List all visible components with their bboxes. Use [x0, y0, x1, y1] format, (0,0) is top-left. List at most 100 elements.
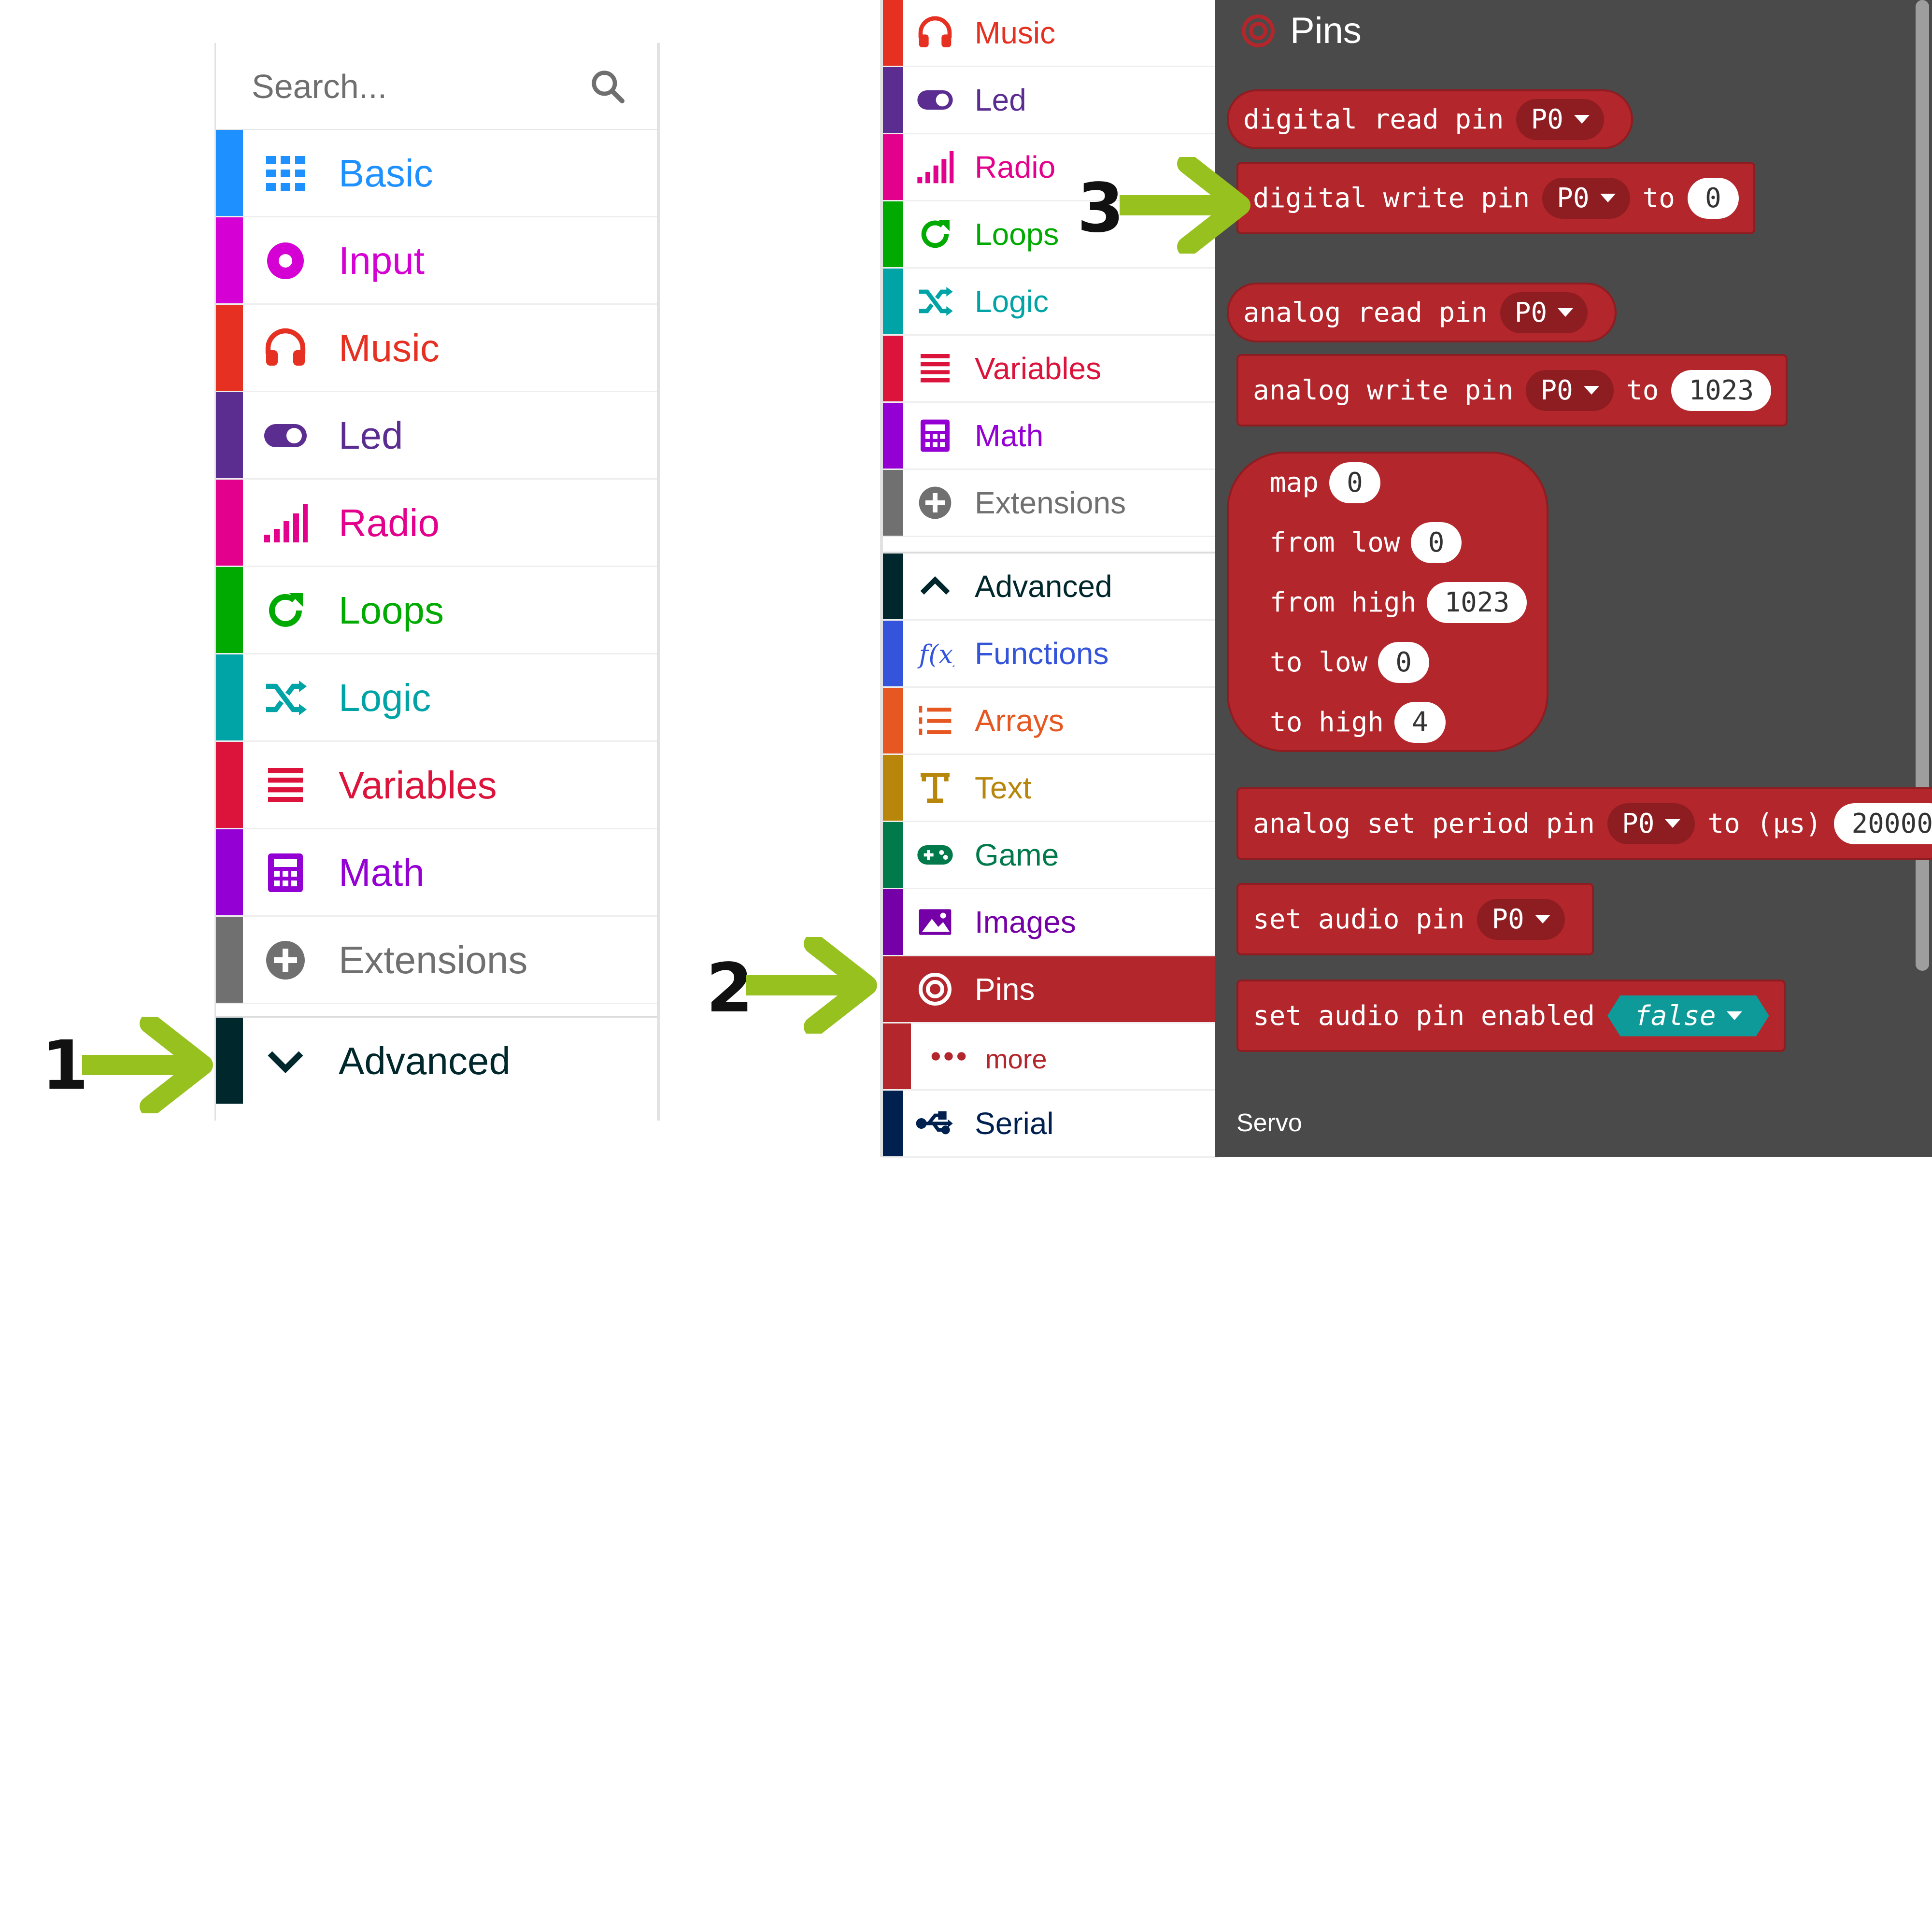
- headphones-icon: [262, 325, 309, 371]
- lines-icon: [262, 762, 309, 809]
- value-input[interactable]: 0: [1410, 522, 1462, 563]
- pin-dropdown[interactable]: P0: [1607, 803, 1695, 844]
- category-logic[interactable]: Logic: [216, 654, 657, 742]
- value-input[interactable]: 20000: [1834, 803, 1932, 844]
- set-audio-pin-enabled-block[interactable]: set audio pin enabled false: [1236, 980, 1786, 1052]
- calculator-icon: [916, 416, 954, 455]
- category-label: Logic: [339, 676, 431, 719]
- category-led[interactable]: Led: [216, 392, 657, 480]
- category-variables[interactable]: Variables: [883, 336, 1218, 403]
- value-input[interactable]: 4: [1394, 702, 1446, 743]
- category-label: Basic: [339, 152, 433, 195]
- category-label: Extensions: [975, 485, 1126, 520]
- text-icon: [916, 768, 954, 807]
- divider: [883, 537, 1218, 554]
- category-functions[interactable]: f(x) Functions: [883, 621, 1218, 688]
- category-label: Radio: [975, 150, 1056, 185]
- category-text[interactable]: Text: [883, 755, 1218, 822]
- category-extensions[interactable]: Extensions: [883, 470, 1218, 537]
- analog-read-pin-block[interactable]: analog read pin P0: [1227, 283, 1617, 342]
- signal-bars-icon: [916, 148, 954, 186]
- map-block[interactable]: map 0 from low 0 from high 1023 to low 0…: [1227, 452, 1548, 752]
- chevron-up-icon: [916, 567, 954, 606]
- category-label: Input: [339, 239, 425, 282]
- block-text: set audio pin enabled: [1253, 1000, 1595, 1032]
- set-audio-pin-block[interactable]: set audio pin P0: [1236, 883, 1594, 955]
- category-math[interactable]: Math: [216, 829, 657, 917]
- category-label: Radio: [339, 501, 440, 544]
- digital-write-pin-block[interactable]: digital write pin P0 to 0: [1236, 162, 1755, 234]
- block-text: from high: [1270, 587, 1417, 618]
- category-advanced[interactable]: Advanced: [883, 554, 1218, 621]
- pin-dropdown[interactable]: P0: [1477, 898, 1565, 940]
- flyout-title-text: Pins: [1290, 10, 1362, 51]
- search-icon[interactable]: [588, 67, 627, 106]
- caret-down-icon: [1574, 115, 1590, 124]
- category-radio[interactable]: Radio: [216, 480, 657, 567]
- shuffle-icon: [916, 282, 954, 321]
- caret-down-icon: [1726, 1011, 1742, 1020]
- category-advanced[interactable]: Advanced: [216, 1018, 657, 1104]
- plus-circle-icon: [916, 483, 954, 522]
- plus-circle-icon: [262, 937, 309, 983]
- category-pins[interactable]: Pins: [883, 956, 1218, 1023]
- category-variables[interactable]: Variables: [216, 742, 657, 829]
- category-label: Game: [975, 838, 1059, 872]
- category-led[interactable]: Led: [883, 67, 1218, 134]
- to-low-row: to low 0: [1270, 642, 1430, 683]
- search-box[interactable]: Search...: [216, 43, 657, 130]
- caret-down-icon: [1534, 915, 1550, 923]
- value-input[interactable]: 1023: [1671, 369, 1772, 411]
- caret-down-icon: [1665, 819, 1681, 828]
- category-label: Pins: [975, 972, 1035, 1007]
- category-label: Advanced: [975, 569, 1112, 604]
- grid-icon: [262, 150, 309, 197]
- shuffle-icon: [262, 675, 309, 721]
- block-text: digital write pin: [1253, 182, 1530, 214]
- category-logic[interactable]: Logic: [883, 269, 1218, 336]
- category-basic[interactable]: Basic: [216, 130, 657, 217]
- category-serial[interactable]: Serial: [883, 1091, 1218, 1158]
- value-input[interactable]: 0: [1378, 642, 1430, 683]
- category-game[interactable]: Game: [883, 822, 1218, 889]
- svg-text:f(x): f(x): [917, 639, 954, 669]
- pin-dropdown[interactable]: P0: [1526, 369, 1614, 411]
- analog-write-pin-block[interactable]: analog write pin P0 to 1023: [1236, 354, 1788, 426]
- category-math[interactable]: Math: [883, 403, 1218, 470]
- category-label: more: [985, 1044, 1047, 1074]
- value-input[interactable]: 1023: [1427, 582, 1527, 623]
- value-input[interactable]: 0: [1329, 462, 1380, 503]
- value-input[interactable]: 0: [1688, 177, 1739, 219]
- section-label: Servo: [1236, 1109, 1302, 1137]
- flyout-title: Pins: [1239, 10, 1362, 52]
- target-icon: [1239, 12, 1278, 50]
- category-music[interactable]: Music: [216, 305, 657, 392]
- function-icon: f(x): [916, 634, 954, 673]
- category-label: Arrays: [975, 703, 1064, 738]
- analog-set-period-block[interactable]: analog set period pin P0 to (µs) 20000: [1236, 787, 1932, 860]
- category-label: Math: [975, 418, 1044, 453]
- category-loops[interactable]: Loops: [216, 567, 657, 654]
- category-images[interactable]: Images: [883, 889, 1218, 956]
- target-circle-icon: [262, 238, 309, 284]
- pin-dropdown[interactable]: P0: [1542, 177, 1630, 219]
- category-input[interactable]: Input: [216, 217, 657, 305]
- digital-read-pin-block[interactable]: digital read pin P0: [1227, 89, 1633, 149]
- chevron-down-icon: [262, 1038, 309, 1084]
- category-label: Math: [339, 851, 425, 894]
- arrow-icon: [82, 1017, 213, 1113]
- search-input[interactable]: Search...: [252, 67, 387, 106]
- category-arrays[interactable]: Arrays: [883, 688, 1218, 755]
- toggle-icon: [262, 412, 309, 459]
- lines-icon: [916, 349, 954, 388]
- category-label: Logic: [975, 284, 1049, 319]
- category-label: Led: [339, 414, 403, 457]
- category-music[interactable]: Music: [883, 0, 1218, 67]
- category-pins-more[interactable]: more: [883, 1023, 1218, 1091]
- category-extensions[interactable]: Extensions: [216, 917, 657, 1004]
- boolean-dropdown[interactable]: false: [1607, 995, 1769, 1037]
- pin-dropdown[interactable]: P0: [1500, 292, 1588, 333]
- caret-down-icon: [1583, 386, 1599, 395]
- pin-dropdown[interactable]: P0: [1516, 99, 1604, 140]
- caret-down-icon: [1558, 308, 1574, 317]
